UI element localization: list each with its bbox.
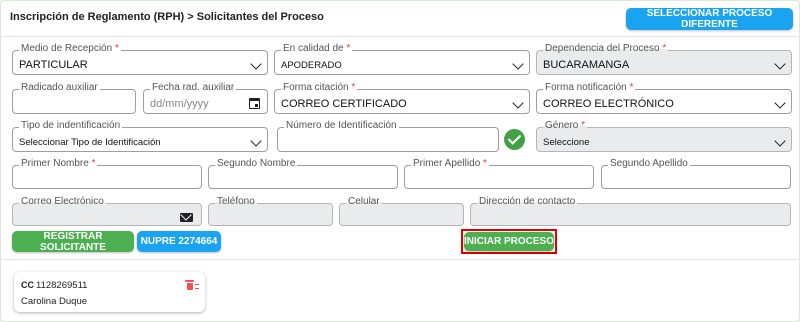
segundo-apellido-input[interactable]: Segundo Apellido [601,158,791,189]
direccion-contacto-input[interactable]: Dirección de contacto [470,196,791,226]
forma-citacion-label: Forma citación * [281,82,358,94]
primer-nombre-label: Primer Nombre * [19,158,98,170]
numero-identificacion-label: Número de Identificación [284,120,399,132]
segundo-nombre-input[interactable]: Segundo Nombre [208,158,398,189]
actions-divider [1,259,799,260]
celular-label: Celular [346,196,382,208]
en-calidad-de-label: En calidad de * [281,43,353,55]
forma-citacion-select[interactable]: Forma citación * CORREO CERTIFICADO [274,82,530,114]
primer-nombre-input[interactable]: Primer Nombre * [12,158,202,189]
fecha-rad-auxiliar-label: Fecha rad. auxiliar [150,82,237,94]
chevron-down-icon [250,135,262,147]
forma-notificacion-select[interactable]: Forma notificación * CORREO ELECTRÓNICO [536,82,792,114]
trash-icon[interactable] [185,280,199,290]
solicitantes-panel: Inscripción de Reglamento (RPH) > Solici… [0,0,800,322]
medio-recepcion-label: Medio de Recepción * [19,43,121,55]
celular-input[interactable]: Celular [339,196,464,226]
radicado-auxiliar-label: Radicado auxiliar [19,82,100,94]
chevron-down-icon [512,97,524,109]
radicado-auxiliar-input[interactable]: Radicado auxiliar [12,82,136,114]
calendar-icon[interactable] [249,98,260,109]
tipo-identificacion-label: Tipo de indentificación [19,120,123,132]
solicitante-card[interactable]: CC 1128269511 Carolina Duque [14,272,205,312]
solicitante-name: Carolina Duque [21,296,88,307]
solicitante-doc-number: 1128269511 [36,280,88,291]
forma-citacion-value: CORREO CERTIFICADO [281,98,407,110]
telefono-label: Teléfono [215,196,257,208]
genero-label: Género * [543,120,588,132]
select-different-process-button[interactable]: SELECCIONAR PROCESO DIFERENTE [626,8,793,30]
chevron-down-icon [774,58,786,70]
dependencia-select[interactable]: Dependencia del Proceso * BUCARAMANGA [536,43,792,75]
solicitante-doc-type: CC [21,280,34,290]
nupre-button[interactable]: NUPRE 2274664 [137,231,221,252]
tipo-identificacion-select[interactable]: Tipo de indentificación Seleccionar Tipo… [12,120,268,152]
chevron-down-icon [774,97,786,109]
iniciar-proceso-button[interactable]: INICIAR PROCESO [464,232,554,251]
primer-apellido-label: Primer Apellido * [411,158,489,170]
en-calidad-de-select[interactable]: En calidad de * APODERADO [274,43,530,75]
medio-recepcion-value: PARTICULAR [19,59,88,71]
segundo-nombre-label: Segundo Nombre [215,158,298,170]
genero-value: Seleccione [543,137,590,148]
forma-notificacion-value: CORREO ELECTRÓNICO [543,98,674,110]
check-circle-icon [504,129,525,150]
tipo-identificacion-value: Seleccionar Tipo de Identificación [19,137,161,148]
forma-notificacion-label: Forma notificación * [543,82,636,94]
correo-electronico-label: Correo Electrónico [19,196,106,208]
genero-select[interactable]: Género * Seleccione [536,120,792,152]
header-divider [1,36,799,37]
dependencia-label: Dependencia del Proceso * [543,43,669,55]
numero-identificacion-input[interactable]: Número de Identificación [277,120,499,152]
fecha-rad-auxiliar-input[interactable]: Fecha rad. auxiliar dd/mm/yyyy [143,82,268,114]
page-title: Inscripción de Reglamento (RPH) > Solici… [10,11,324,23]
chevron-down-icon [250,58,262,70]
chevron-down-icon [774,135,786,147]
dependencia-value: BUCARAMANGA [543,59,630,71]
segundo-apellido-label: Segundo Apellido [608,158,690,170]
telefono-input[interactable]: Teléfono [208,196,333,226]
mail-icon [180,213,193,222]
correo-electronico-input[interactable]: Correo Electrónico [12,196,202,226]
direccion-contacto-label: Dirección de contacto [477,196,578,208]
fecha-rad-auxiliar-placeholder: dd/mm/yyyy [150,98,209,110]
chevron-down-icon [512,58,524,70]
medio-recepcion-select[interactable]: Medio de Recepción * PARTICULAR [12,43,268,75]
primer-apellido-input[interactable]: Primer Apellido * [404,158,594,189]
en-calidad-de-value: APODERADO [281,60,342,71]
registrar-solicitante-button[interactable]: REGISTRAR SOLICITANTE [12,231,134,253]
